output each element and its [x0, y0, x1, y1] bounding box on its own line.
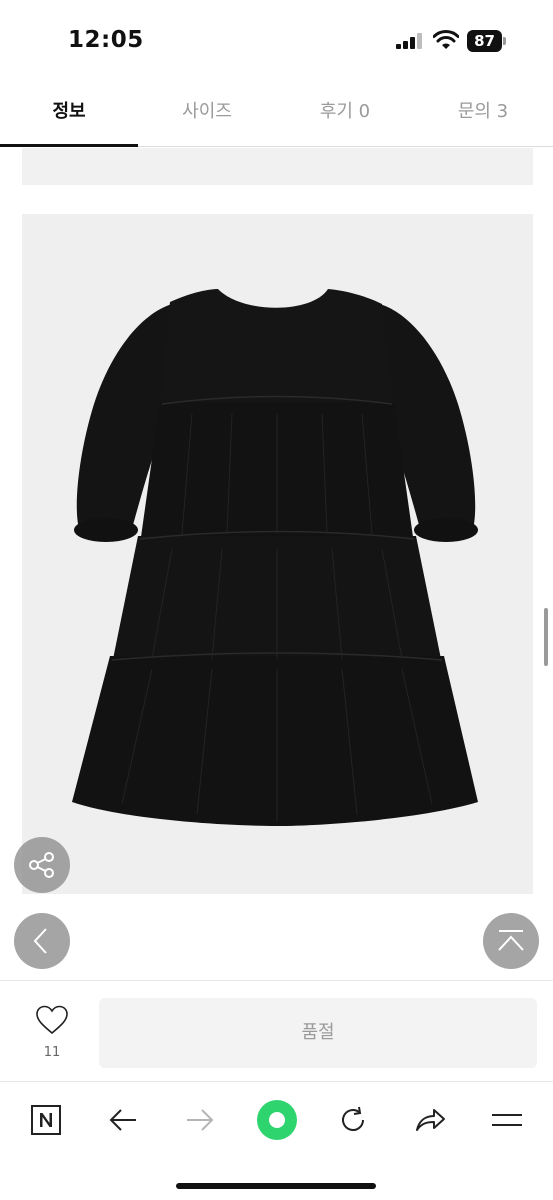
product-image	[22, 214, 533, 894]
soldout-button[interactable]: 품절	[99, 998, 537, 1068]
signal-icon	[396, 33, 422, 49]
tab-reviews[interactable]: 후기 0	[276, 84, 414, 147]
green-action-button[interactable]	[253, 1096, 301, 1144]
heart-icon	[36, 1005, 68, 1035]
green-circle-icon	[257, 1100, 297, 1140]
like-count: 11	[43, 1045, 61, 1060]
browser-toolbar	[0, 1081, 553, 1200]
tab-inquiries[interactable]: 문의 3	[414, 84, 552, 147]
wifi-icon	[433, 30, 459, 49]
battery-level: 87	[467, 30, 502, 52]
product-detail-content[interactable]	[0, 148, 553, 980]
naver-home-button[interactable]	[26, 1100, 66, 1140]
tab-active-underline	[0, 144, 138, 147]
menu-icon	[492, 1114, 522, 1126]
back-button[interactable]	[14, 913, 70, 969]
naver-n-icon	[31, 1105, 61, 1135]
arrow-left-icon	[109, 1109, 136, 1131]
forward-share-icon	[416, 1109, 445, 1131]
tab-info[interactable]: 정보	[0, 84, 138, 147]
image-placeholder-top	[22, 148, 533, 185]
forward-share-button[interactable]	[410, 1100, 450, 1140]
home-indicator	[176, 1183, 376, 1189]
purchase-bar: 11 품절	[0, 980, 553, 1080]
browser-forward-button[interactable]	[180, 1100, 220, 1140]
chevron-up-icon	[498, 930, 524, 951]
chevron-left-icon	[33, 928, 47, 954]
reload-button[interactable]	[333, 1100, 373, 1140]
share-button[interactable]	[14, 837, 70, 893]
menu-button[interactable]	[487, 1100, 527, 1140]
status-bar: 12:05 87	[0, 0, 553, 84]
status-time: 12:05	[68, 27, 144, 53]
browser-back-button[interactable]	[103, 1100, 143, 1140]
battery-icon: 87	[467, 30, 507, 52]
reload-icon	[342, 1106, 364, 1131]
arrow-right-icon	[187, 1109, 214, 1131]
tab-bar: 정보 사이즈 후기 0 문의 3	[0, 84, 553, 147]
scroll-top-button[interactable]	[483, 913, 539, 969]
dress-illustration	[72, 289, 478, 826]
scrollbar[interactable]	[544, 608, 548, 666]
share-icon	[29, 852, 54, 878]
like-button[interactable]: 11	[20, 1005, 84, 1065]
tab-size[interactable]: 사이즈	[138, 84, 276, 147]
